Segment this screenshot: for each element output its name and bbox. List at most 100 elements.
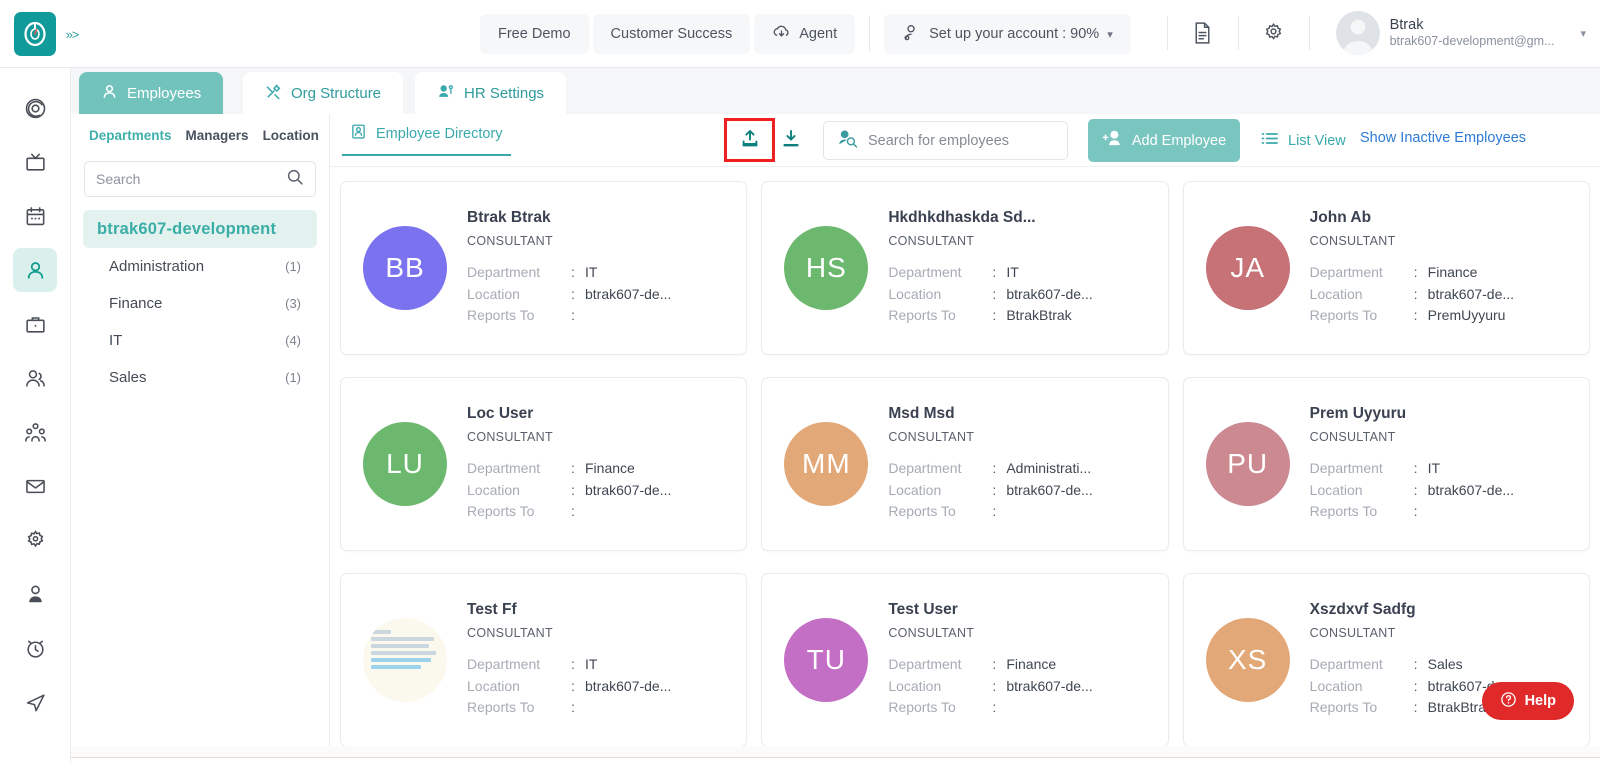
reports-to-label: Reports To (467, 503, 535, 520)
show-inactive-employees-link[interactable]: Show Inactive Employees (1360, 130, 1526, 146)
colon: : (992, 459, 997, 476)
avatar: XS (1205, 618, 1290, 702)
department-value: IT (585, 263, 598, 280)
department-row-administration[interactable]: Administration (1) (83, 248, 317, 285)
rail-item-mail[interactable] (13, 464, 57, 508)
department-panel-tabs: Departments Managers Location (71, 114, 329, 151)
location-value: btrak607-de... (1006, 481, 1093, 498)
colon: : (1413, 307, 1418, 324)
tab-org-structure[interactable]: Org Structure (243, 72, 404, 114)
avatar-photo-content (371, 630, 439, 690)
person-search-icon (837, 129, 858, 153)
rail-item-time[interactable] (13, 626, 57, 670)
avatar-initials: HS (805, 252, 847, 283)
chevron-down-icon[interactable]: ▾ (1580, 27, 1586, 40)
location-label: Location (1309, 677, 1363, 694)
agent-label: Agent (799, 26, 838, 42)
department-row-it[interactable]: IT (4) (83, 322, 317, 359)
employee-card[interactable]: MM Msd Msd CONSULTANT Department : Admin… (761, 377, 1169, 551)
employee-card[interactable]: HS Hkdhkdhaskda Sd... CONSULTANT Departm… (761, 181, 1169, 355)
department-label: Finance (109, 295, 163, 312)
department-value: IT (1006, 263, 1019, 280)
free-demo-button[interactable]: Free Demo (480, 14, 589, 54)
chevron-double-right-icon[interactable]: »> (56, 12, 88, 56)
department-panel: Departments Managers Location btrak607-d… (71, 114, 330, 746)
rail-item-tv[interactable] (13, 140, 57, 184)
employee-search-input[interactable] (868, 132, 1055, 149)
dept-tab-location[interactable]: Location (259, 124, 329, 151)
rail-item-settings[interactable] (13, 518, 57, 562)
search-icon[interactable] (286, 168, 304, 191)
rail-item-employees[interactable] (13, 248, 57, 292)
rail-item-candidates[interactable] (13, 356, 57, 400)
department-row-sales[interactable]: Sales (1) (83, 359, 317, 396)
employee-name: Loc User (467, 404, 534, 422)
upload-button[interactable] (724, 118, 775, 162)
download-button[interactable] (775, 127, 807, 153)
employee-card[interactable]: PU Prem Uyyuru CONSULTANT Department : I… (1182, 377, 1590, 551)
colon: : (1413, 481, 1418, 498)
avatar (1335, 11, 1380, 55)
list-view-button[interactable]: List View (1260, 130, 1346, 151)
colon: : (571, 699, 575, 716)
rail-item-calendar[interactable] (13, 194, 57, 238)
employee-department-row: Department : IT (888, 262, 1145, 284)
avatar-initials: XS (1227, 644, 1268, 675)
btrak-speedometer-logo[interactable] (14, 12, 56, 56)
rail-item-teams[interactable] (13, 410, 57, 454)
user-settings-icon (902, 23, 921, 46)
employee-department-row: Department : Finance (467, 458, 724, 480)
employee-reports-to-row: Reports To : (1310, 501, 1567, 523)
avatar-initials: MM (802, 448, 851, 479)
cloud-download-icon (772, 23, 791, 46)
employee-card-scroll-area[interactable]: BB Btrak Btrak CONSULTANT Department : I… (330, 167, 1600, 746)
employee-info: Prem Uyyuru CONSULTANT Department : IT L… (1310, 405, 1567, 523)
add-employee-button[interactable]: Add Employee (1088, 119, 1240, 162)
customer-success-button[interactable]: Customer Success (592, 14, 751, 54)
setup-account-button[interactable]: Set up your account : 90% ▾ (884, 14, 1131, 54)
download-icon (781, 128, 801, 153)
dept-tab-departments[interactable]: Departments (85, 124, 182, 151)
employee-card[interactable]: JA John Ab CONSULTANT Department : Finan… (1182, 181, 1590, 355)
department-root-btrak607-development[interactable]: btrak607-development (83, 210, 317, 248)
department-search[interactable] (84, 161, 316, 197)
rail-item-profile[interactable] (13, 572, 57, 616)
rail-item-dashboard[interactable] (13, 86, 57, 130)
employee-search[interactable] (823, 121, 1068, 160)
gear-icon[interactable] (1251, 10, 1297, 56)
help-button[interactable]: Help (1481, 682, 1574, 720)
colon: : (571, 263, 575, 280)
avatar: PU (1205, 422, 1290, 506)
location-value: btrak607-de... (1427, 285, 1515, 302)
colon: : (1413, 503, 1418, 520)
employee-role: CONSULTANT (1309, 429, 1396, 444)
tab-hr-settings-label: HR Settings (464, 84, 545, 102)
department-label: Department (1309, 263, 1383, 280)
employee-name: Xszdxvf Sadfg (1309, 600, 1416, 618)
rail-item-jobs[interactable] (13, 302, 57, 346)
dept-tab-managers[interactable]: Managers (182, 124, 259, 151)
department-label: Department (888, 263, 962, 280)
tab-hr-settings[interactable]: HR Settings (415, 72, 567, 114)
employee-card[interactable]: LU Loc User CONSULTANT Department : Fina… (340, 377, 748, 551)
department-row-finance[interactable]: Finance (3) (83, 285, 317, 322)
employee-location-row: Location : btrak607-de... (1310, 284, 1567, 306)
department-label: Sales (109, 369, 147, 386)
employee-card[interactable]: Test Ff CONSULTANT Department : IT Locat… (340, 573, 748, 746)
employee-card[interactable]: TU Test User CONSULTANT Department : Fin… (761, 573, 1169, 746)
employee-card[interactable]: XS Xszdxvf Sadfg CONSULTANT Department :… (1182, 573, 1590, 746)
tab-employee-directory[interactable]: Employee Directory (342, 123, 511, 156)
agent-button[interactable]: Agent (754, 14, 856, 54)
department-search-input[interactable] (96, 171, 286, 187)
tab-employees[interactable]: Employees (79, 72, 224, 114)
colon: : (1413, 699, 1418, 716)
reports-to-label: Reports To (888, 307, 956, 324)
colon: : (571, 677, 575, 694)
employee-card[interactable]: BB Btrak Btrak CONSULTANT Department : I… (340, 181, 748, 355)
dept-tab-departments-label: Departments (89, 128, 172, 143)
user-menu[interactable]: Btrak btrak607-development@gm... ▾ (1322, 11, 1592, 55)
document-icon[interactable] (1180, 10, 1226, 56)
rail-item-send[interactable] (13, 680, 57, 724)
employee-name: Msd Msd (888, 404, 955, 422)
bottom-bar (0, 757, 1600, 763)
